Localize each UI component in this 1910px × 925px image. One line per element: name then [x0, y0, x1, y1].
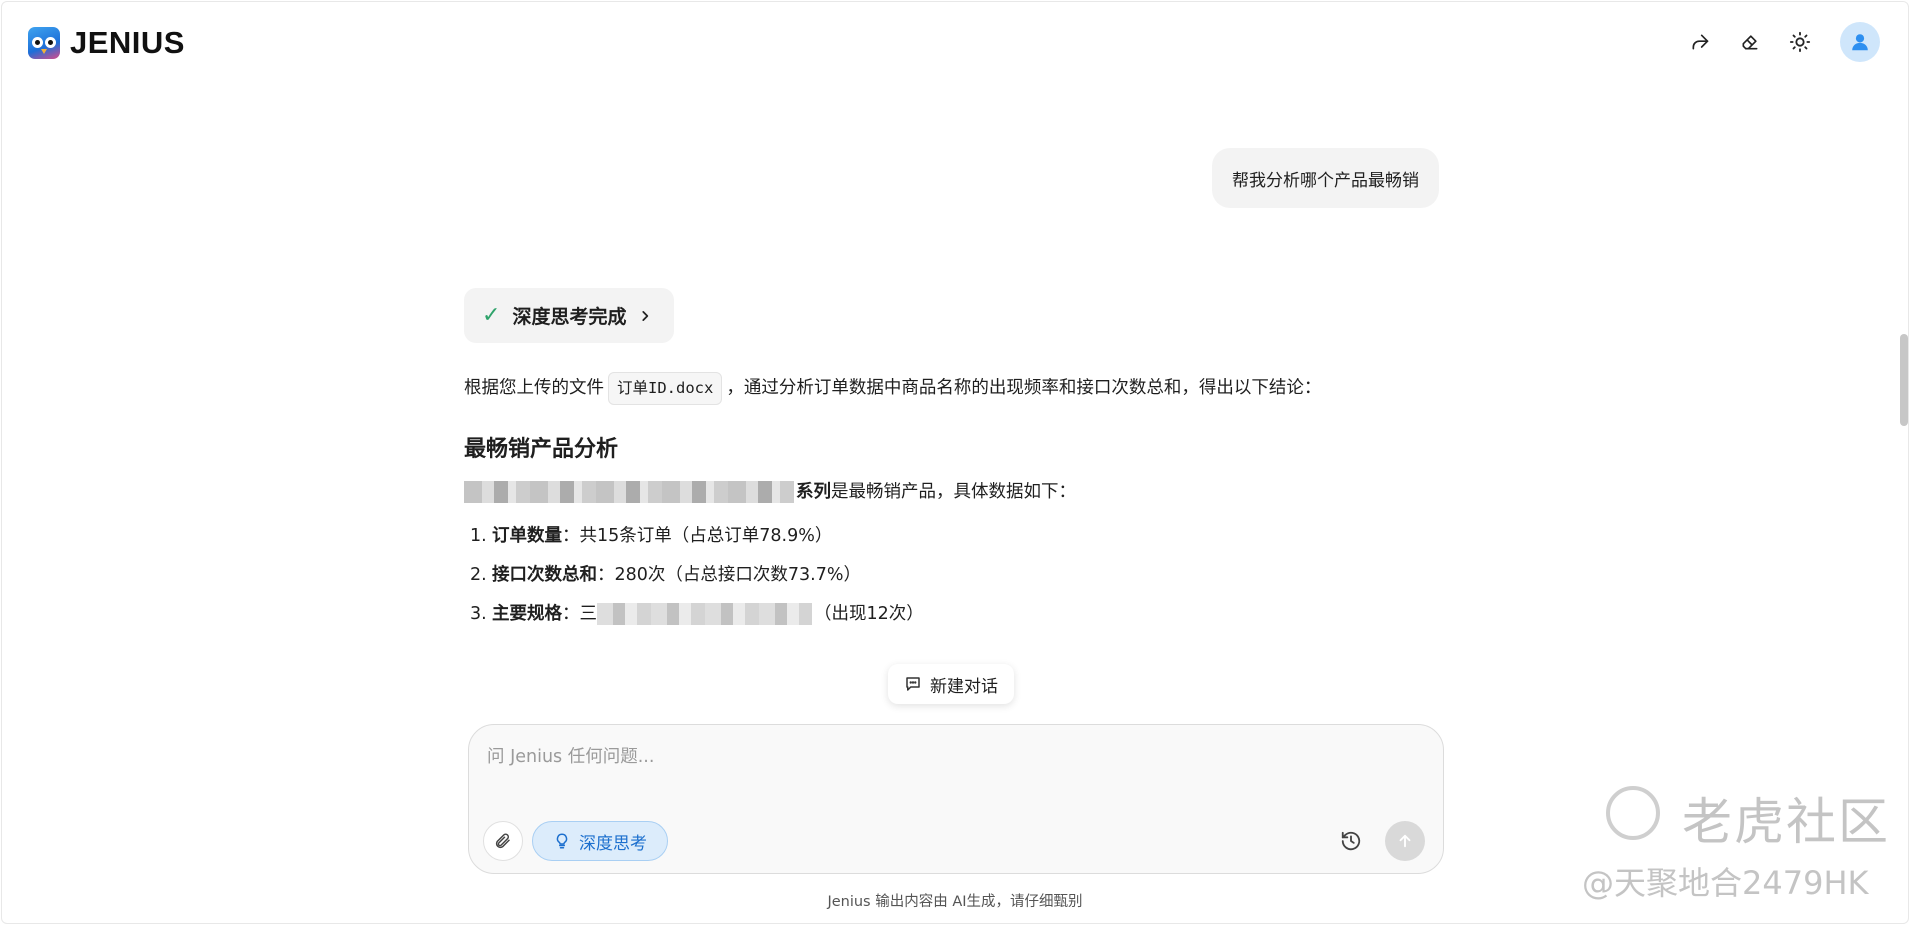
watermark-handle: @天聚地合2479HK: [1582, 864, 1869, 902]
user-message-text: 帮我分析哪个产品最畅销: [1232, 170, 1419, 191]
message-input[interactable]: [487, 743, 1417, 793]
check-icon: ✓: [482, 303, 501, 328]
clear-button[interactable]: [1732, 24, 1768, 60]
chevron-right-icon: [642, 310, 649, 321]
history-button[interactable]: [1331, 821, 1371, 861]
user-avatar-icon: [1852, 34, 1868, 51]
history-icon: [1341, 831, 1361, 851]
assistant-answer: 根据您上传的文件 订单ID.docx ，通过分析订单数据中商品名称的出现频率和接…: [464, 372, 1444, 625]
sun-icon: [1789, 31, 1811, 53]
thinking-status-text: 深度思考完成: [512, 306, 627, 328]
top-header: JENIUS: [0, 0, 1910, 86]
product-statement: 系列 是最畅销产品，具体数据如下：: [464, 478, 1076, 506]
redacted-product-name: [464, 481, 794, 503]
list-item: 1. 订单数量 ：共15条订单（占总订单78.9%）: [470, 516, 924, 555]
user-message-bubble: 帮我分析哪个产品最畅销: [1212, 148, 1439, 208]
deep-think-toggle[interactable]: 深度思考: [532, 821, 668, 861]
answer-heading: 最畅销产品分析: [464, 437, 619, 462]
list-item-value: （出现12次）: [814, 603, 924, 624]
eraser-icon: [1742, 35, 1758, 50]
attach-button[interactable]: [483, 821, 523, 861]
message-composer: 深度思考: [468, 724, 1444, 874]
paperclip-icon: [495, 833, 510, 849]
intro-text-before: 根据您上传的文件: [464, 378, 604, 399]
lightbulb-icon: [556, 833, 568, 849]
owl-logo-icon: [28, 27, 60, 59]
header-actions: [1682, 22, 1880, 62]
new-chat-button[interactable]: 新建对话: [888, 664, 1014, 704]
deep-think-label: 深度思考: [579, 833, 647, 854]
list-item-label: 主要规格: [492, 603, 562, 624]
watermark-logo-icon: [1606, 786, 1660, 840]
share-icon: [1692, 34, 1709, 50]
product-suffix: 系列: [796, 482, 831, 502]
theme-toggle-button[interactable]: [1782, 24, 1818, 60]
list-item: 3. 主要规格 ：三 （出现12次）: [470, 594, 924, 633]
new-chat-label: 新建对话: [930, 676, 998, 697]
user-avatar[interactable]: [1840, 22, 1880, 62]
list-item: 2. 接口次数总和 ：280次（占总接口次数73.7%）: [470, 555, 924, 594]
thinking-status-toggle[interactable]: ✓ 深度思考完成: [464, 288, 675, 343]
list-item-label: 接口次数总和: [492, 564, 597, 585]
list-item-label: 订单数量: [492, 525, 562, 546]
send-button[interactable]: [1385, 821, 1425, 861]
intro-text-after: ，通过分析订单数据中商品名称的出现频率和接口次数总和，得出以下结论：: [726, 378, 1322, 399]
redacted-spec: [597, 602, 812, 625]
stats-list: 1. 订单数量 ：共15条订单（占总订单78.9%） 2. 接口次数总和 ：28…: [470, 516, 924, 633]
product-statement-text: 是最畅销产品，具体数据如下：: [831, 482, 1076, 502]
logo-text: JENIUS: [70, 25, 185, 60]
list-item-value-prefix: ：三: [562, 603, 597, 624]
arrow-up-icon: [1399, 834, 1411, 848]
list-item-value: ：共15条订单（占总订单78.9%）: [562, 525, 833, 546]
vertical-scrollbar[interactable]: [1900, 334, 1908, 426]
file-name-chip: 订单ID.docx: [608, 372, 723, 405]
answer-intro: 根据您上传的文件 订单ID.docx ，通过分析订单数据中商品名称的出现频率和接…: [464, 372, 1444, 405]
list-item-value: ：280次（占总接口次数73.7%）: [597, 564, 861, 585]
chat-bubble-icon: [906, 677, 920, 691]
share-button[interactable]: [1682, 24, 1718, 60]
app-logo[interactable]: JENIUS: [28, 25, 185, 61]
watermark-title: 老虎社区: [1682, 793, 1890, 851]
